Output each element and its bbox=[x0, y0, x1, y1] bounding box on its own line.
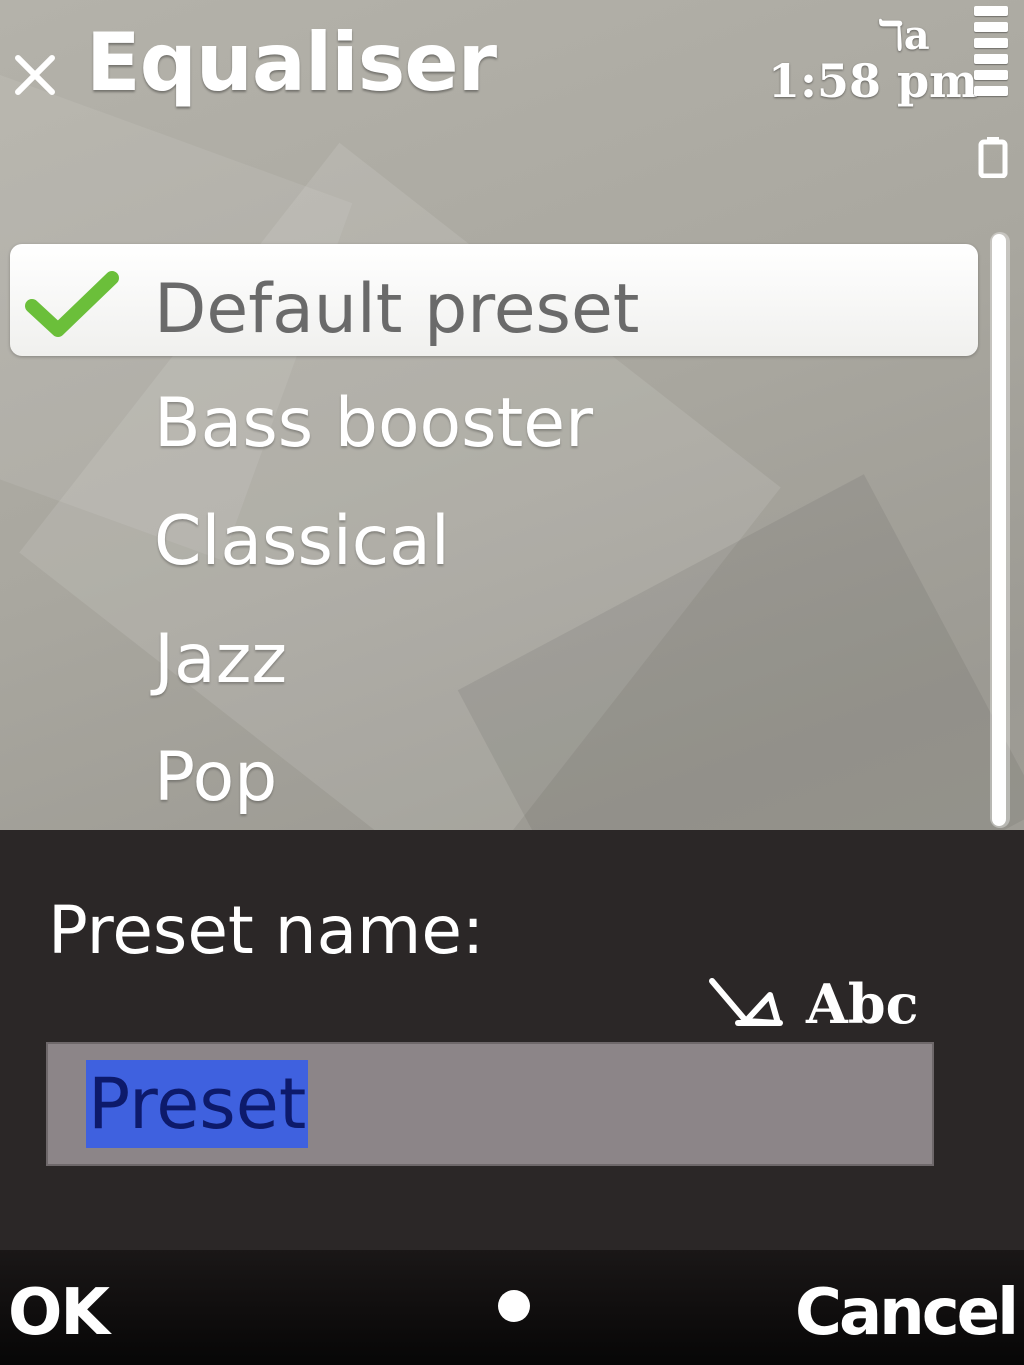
cancel-button[interactable]: Cancel bbox=[795, 1276, 1019, 1350]
list-item-label: Classical bbox=[154, 502, 450, 581]
network-indicator: ℸa bbox=[878, 12, 930, 59]
signal-bar bbox=[974, 86, 1008, 96]
preset-name-dialog: Preset name: Abc Preset bbox=[0, 830, 1024, 1250]
list-item-default-preset[interactable]: Default preset bbox=[10, 244, 978, 356]
list-item-jazz[interactable]: Jazz bbox=[10, 598, 978, 716]
list-item-label: Default preset bbox=[154, 270, 640, 349]
list-item-label: Bass booster bbox=[154, 384, 594, 463]
preset-name-input[interactable]: Preset bbox=[46, 1042, 934, 1166]
signal-icon bbox=[974, 6, 1010, 116]
center-key-dot[interactable] bbox=[498, 1290, 530, 1322]
list-item-label: Pop bbox=[154, 738, 278, 817]
signal-bar bbox=[974, 6, 1008, 16]
preset-name-value: Preset bbox=[86, 1060, 309, 1148]
softkey-bar: OK Cancel bbox=[0, 1250, 1024, 1365]
signal-bar bbox=[974, 54, 1008, 64]
page-title: Equaliser bbox=[86, 16, 497, 109]
clock: 1:58 pm bbox=[768, 54, 978, 108]
signal-bar bbox=[974, 70, 1008, 80]
close-icon[interactable] bbox=[12, 52, 58, 98]
scrollbar-thumb[interactable] bbox=[992, 234, 1006, 826]
input-mode-indicator: Abc bbox=[708, 972, 919, 1036]
input-mode-label: Abc bbox=[806, 972, 919, 1036]
list-item-pop[interactable]: Pop bbox=[10, 716, 978, 834]
list-item-bass-booster[interactable]: Bass booster bbox=[10, 362, 978, 480]
dialog-label: Preset name: bbox=[48, 892, 485, 969]
list-item-label: Jazz bbox=[154, 620, 288, 699]
ok-button[interactable]: OK bbox=[8, 1276, 110, 1350]
check-icon bbox=[25, 271, 119, 337]
battery-icon bbox=[978, 137, 1008, 178]
equaliser-screen: Equaliser ℸa 1:58 pm Default preset Bass… bbox=[0, 0, 1024, 1365]
signal-bar bbox=[974, 22, 1008, 32]
list-item-classical[interactable]: Classical bbox=[10, 480, 978, 598]
input-mode-icon bbox=[709, 978, 783, 1026]
preset-list: Default preset Bass booster Classical Ja… bbox=[0, 244, 1000, 834]
signal-bar bbox=[974, 38, 1008, 48]
